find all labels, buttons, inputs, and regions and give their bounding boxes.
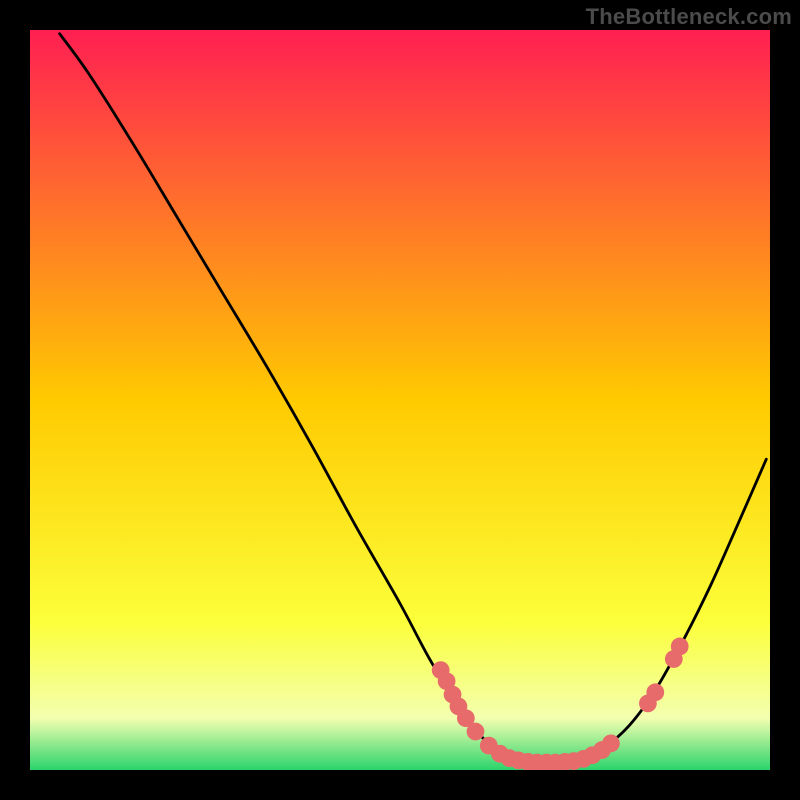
marker-dot (602, 734, 620, 752)
chart-svg (30, 30, 770, 770)
chart-frame: TheBottleneck.com (0, 0, 800, 800)
marker-dot (467, 723, 485, 741)
marker-dot (646, 683, 664, 701)
gradient-background (30, 30, 770, 770)
plot-area (30, 30, 770, 770)
watermark-text: TheBottleneck.com (586, 4, 792, 30)
marker-dot (671, 638, 689, 656)
